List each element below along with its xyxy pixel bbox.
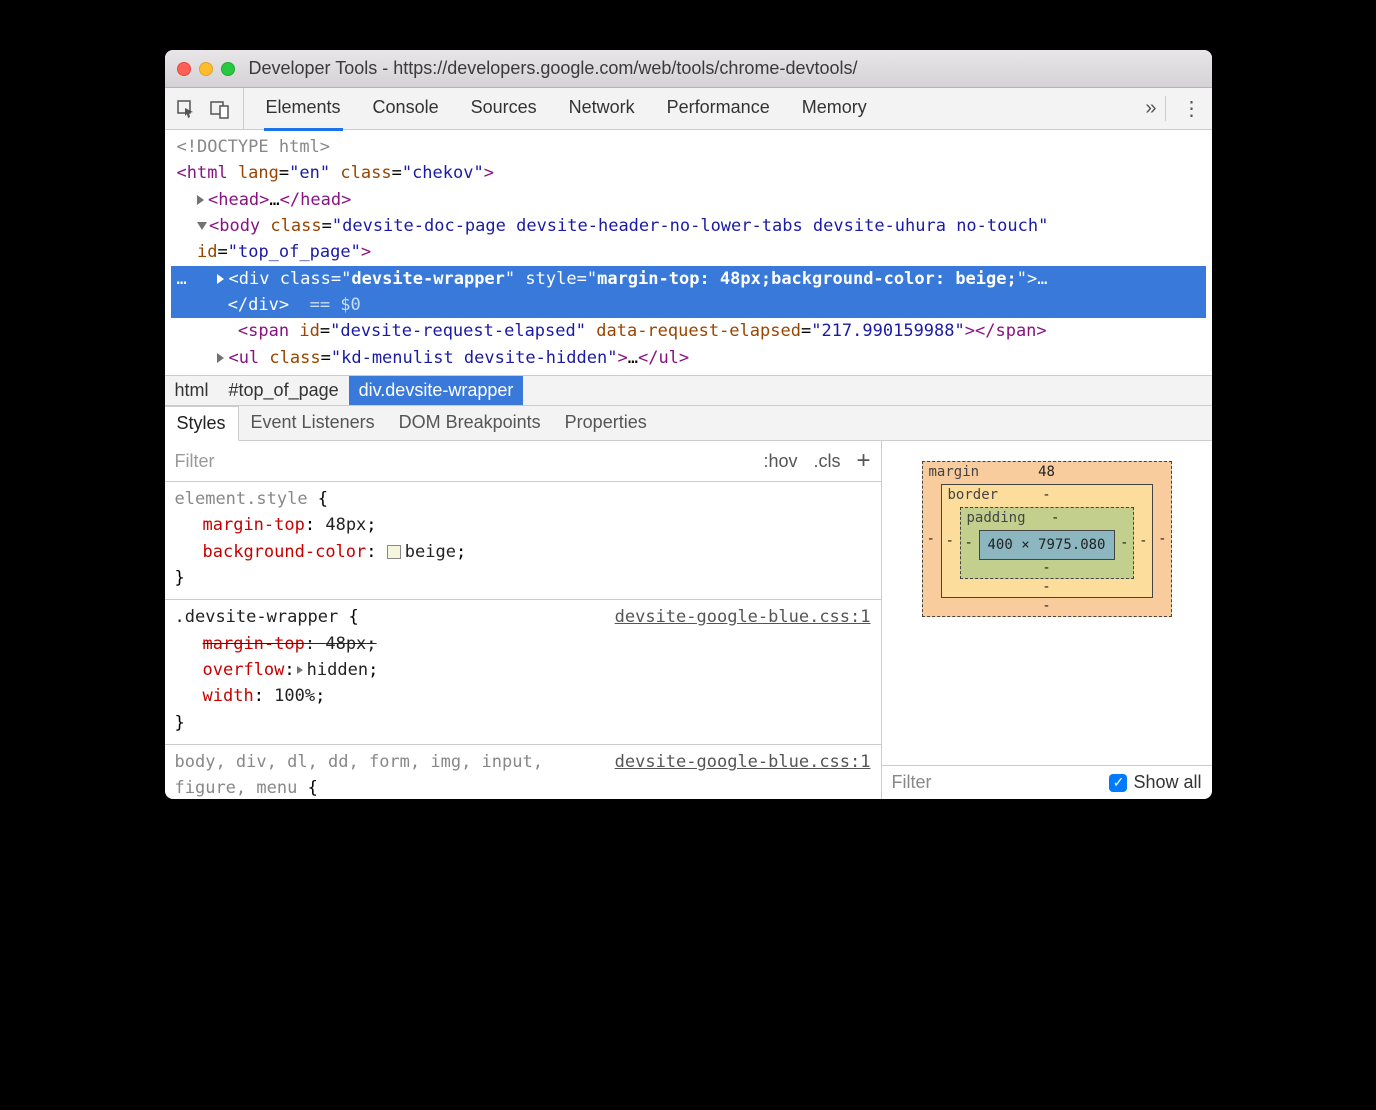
close-icon[interactable] [177,62,191,76]
subtab-properties[interactable]: Properties [553,406,659,440]
filter-input[interactable]: Filter [175,451,215,472]
kebab-menu-icon[interactable]: ⋮ [1165,96,1202,121]
subtab-event-listeners[interactable]: Event Listeners [239,406,387,440]
head-line[interactable]: <head>…</head> [171,187,1206,213]
body-open-line-2[interactable]: id="top_of_page"> [171,239,1206,265]
devtools-window: Developer Tools - https://developers.goo… [165,50,1212,799]
more-tabs-icon[interactable]: » [1137,97,1164,120]
source-link[interactable]: devsite-google-blue.css:1 [615,604,871,630]
styles-sub-tabs: Styles Event Listeners DOM Breakpoints P… [165,406,1212,441]
box-model-content: 400 × 7975.080 [979,530,1115,560]
crumb-body[interactable]: #top_of_page [219,376,349,405]
toolbar: Elements Console Sources Network Perform… [165,88,1212,130]
computed-pane: margin 48 - - - border - - - - padding - [882,441,1212,799]
add-rule-icon[interactable]: + [856,447,870,475]
computed-filter-input[interactable]: Filter [892,772,932,793]
subtab-styles[interactable]: Styles [165,406,239,441]
tab-elements[interactable]: Elements [264,87,343,131]
device-toggle-icon[interactable] [209,98,231,120]
tab-performance[interactable]: Performance [665,87,772,131]
main-tabs: Elements Console Sources Network Perform… [264,87,1126,131]
subtab-dom-breakpoints[interactable]: DOM Breakpoints [387,406,553,440]
style-block-reset[interactable]: devsite-google-blue.css:1 body, div, dl,… [165,745,881,799]
color-swatch-icon[interactable] [387,545,401,559]
window-controls [177,62,235,76]
span-line[interactable]: <span id="devsite-request-elapsed" data-… [171,318,1206,344]
crumb-html[interactable]: html [165,376,219,405]
minimize-icon[interactable] [199,62,213,76]
hov-toggle[interactable]: :hov [763,451,797,472]
tab-network[interactable]: Network [567,87,637,131]
style-block-wrapper[interactable]: devsite-google-blue.css:1 .devsite-wrapp… [165,600,881,745]
window-title: Developer Tools - https://developers.goo… [249,58,858,79]
breadcrumbs: html #top_of_page div.devsite-wrapper [165,375,1212,406]
box-model[interactable]: margin 48 - - - border - - - - padding - [922,461,1172,617]
bottom-pane: Filter :hov .cls + element.style { margi… [165,441,1212,799]
computed-filter-row: Filter ✓ Show all [882,765,1212,799]
html-open-line[interactable]: <html lang="en" class="chekov"> [171,160,1206,186]
selected-node[interactable]: … <div class="devsite-wrapper" style="ma… [171,266,1206,319]
body-open-line[interactable]: <body class="devsite-doc-page devsite-he… [171,213,1206,239]
expand-icon[interactable] [297,666,303,674]
titlebar: Developer Tools - https://developers.goo… [165,50,1212,88]
show-all-checkbox[interactable]: ✓ [1109,774,1127,792]
tab-console[interactable]: Console [371,87,441,131]
doctype-line[interactable]: <!DOCTYPE html> [171,134,1206,160]
crumb-selected[interactable]: div.devsite-wrapper [349,376,524,405]
tab-sources[interactable]: Sources [469,87,539,131]
ul-line[interactable]: <ul class="kd-menulist devsite-hidden">…… [171,345,1206,371]
styles-filter-row: Filter :hov .cls + [165,441,881,482]
show-all-label: Show all [1133,772,1201,793]
tab-memory[interactable]: Memory [800,87,869,131]
styles-pane: Filter :hov .cls + element.style { margi… [165,441,882,799]
inspect-element-icon[interactable] [175,98,197,120]
maximize-icon[interactable] [221,62,235,76]
style-block-element[interactable]: element.style { margin-top: 48px; backgr… [165,482,881,600]
cls-toggle[interactable]: .cls [813,451,840,472]
source-link[interactable]: devsite-google-blue.css:1 [615,749,871,775]
dom-tree[interactable]: <!DOCTYPE html> <html lang="en" class="c… [165,130,1212,375]
